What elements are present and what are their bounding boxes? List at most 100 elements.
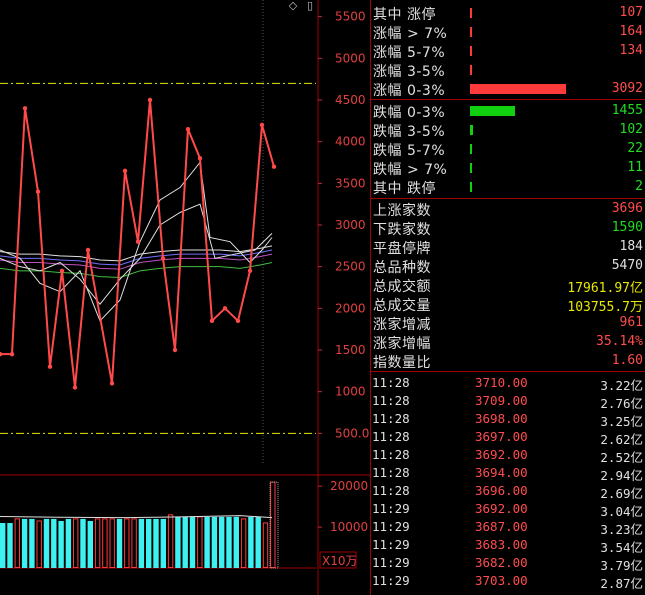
tick-row: 11:29 3687.00 3.23亿	[370, 518, 645, 537]
tick-time: 11:28	[372, 411, 410, 426]
breadth-row: 跌幅 0-3% 1455	[370, 102, 645, 121]
summary-label: 总成交额	[373, 279, 431, 295]
breadth-label: 跌幅 5-7%	[373, 143, 446, 159]
volume-bar	[14, 518, 21, 569]
market-stats-panel: 其中 涨停 107 涨幅 > 7% 164 涨幅 5-7% 134 涨幅 3-5% 涨幅 0-…	[370, 0, 645, 595]
volume-last-bar	[269, 481, 279, 569]
series-point	[109, 381, 115, 386]
series-point	[147, 97, 153, 103]
tick-time: 11:28	[372, 483, 410, 498]
tick-time: 11:29	[372, 537, 410, 552]
tick-price: 3709.00	[475, 393, 528, 408]
series-point	[72, 385, 78, 390]
series-point	[235, 318, 241, 324]
y-tick-label: 3000	[335, 218, 366, 232]
volume-bar	[43, 518, 50, 568]
y-tick-label: 4500	[335, 93, 366, 107]
summary-row: 总品种数 5470	[370, 257, 645, 276]
breadth-label: 其中 跌停	[373, 181, 436, 197]
breadth-bar	[470, 144, 472, 154]
summary-label: 涨家增减	[373, 317, 431, 333]
summary-label: 下跌家数	[373, 222, 431, 238]
summary-value: 961	[619, 315, 643, 330]
series-point	[185, 126, 191, 132]
summary-row: 总成交量 103755.7万	[370, 295, 645, 315]
breadth-bar	[470, 46, 472, 56]
breadth-label: 涨幅 5-7%	[373, 45, 446, 61]
tick-row: 11:28 3709.00 2.76亿	[370, 392, 645, 411]
summary-row: 上涨家数 3696	[370, 200, 645, 219]
summary-value: 1.60	[611, 353, 643, 368]
series-point	[222, 306, 228, 311]
volume-bar	[124, 518, 130, 569]
tick-row: 11:28 3710.00 3.22亿	[370, 374, 645, 393]
series-point	[47, 364, 53, 369]
summary-value: 1590	[611, 220, 643, 235]
volume-bar	[248, 516, 254, 568]
breadth-value: 164	[619, 24, 643, 39]
breadth-bar	[470, 125, 474, 135]
tick-price: 3687.00	[475, 519, 528, 534]
breadth-value: 11	[627, 160, 643, 175]
volume-bar	[189, 516, 196, 568]
tick-price: 3697.00	[475, 429, 528, 444]
volume-bar	[7, 523, 13, 568]
volume-bar	[211, 516, 218, 568]
volume-bar	[21, 518, 28, 568]
series-point	[85, 247, 91, 253]
volume-bar	[270, 481, 276, 568]
breadth-row: 跌幅 5-7% 22	[370, 140, 645, 159]
series-point	[122, 168, 128, 174]
series-point	[259, 122, 265, 128]
breadth-row: 其中 涨停 107	[370, 4, 645, 23]
tick-row: 11:29 3692.00 3.04亿	[370, 500, 645, 519]
summary-value: 184	[619, 239, 643, 254]
tick-price: 3703.00	[475, 573, 528, 588]
tick-price: 3682.00	[475, 555, 528, 570]
summary-label: 指数量比	[373, 355, 431, 371]
volume-bar	[36, 520, 42, 568]
breadth-label: 跌幅 3-5%	[373, 124, 446, 140]
y-tick-label: 1500	[335, 343, 366, 357]
series-point	[209, 318, 215, 324]
summary-row: 涨家增幅 35.14%	[370, 333, 645, 352]
summary-value: 5470	[611, 258, 643, 273]
volume-bar	[94, 518, 101, 569]
volume-bar	[116, 518, 123, 568]
breadth-bar	[470, 163, 472, 173]
panel-toggle-icon[interactable]: ▯	[304, 0, 316, 12]
summary-value: 3696	[611, 201, 643, 216]
tick-time: 11:28	[372, 393, 410, 408]
tick-price: 3694.00	[475, 465, 528, 480]
diamond-icon[interactable]: ◇	[287, 0, 299, 12]
tick-row: 11:28 3696.00 2.69亿	[370, 482, 645, 501]
volume-tick-label: 20000	[330, 479, 368, 493]
volume-bar	[102, 518, 108, 569]
breadth-bar	[470, 8, 472, 18]
tick-row: 11:28 3698.00 3.25亿	[370, 410, 645, 429]
breadth-value: 3092	[611, 81, 643, 96]
tick-row: 11:28 3694.00 2.94亿	[370, 464, 645, 483]
volume-bar	[73, 518, 79, 569]
summary-row: 总成交额 17961.97亿	[370, 276, 645, 296]
breadth-row: 跌幅 3-5% 102	[370, 121, 645, 140]
series-point	[247, 268, 253, 274]
tick-amount: 2.87亿	[600, 576, 643, 591]
volume-bar	[182, 516, 188, 568]
ma-line-purple	[0, 253, 273, 270]
breadth-label: 涨幅 3-5%	[373, 64, 446, 80]
volume-bar	[240, 518, 247, 569]
breadth-bar	[470, 84, 566, 94]
breadth-row: 涨幅 0-3% 3092	[370, 80, 645, 99]
tick-row: 11:29 3703.00 2.87亿	[370, 572, 645, 591]
y-tick-label: 1000	[335, 385, 366, 399]
price-chart[interactable]: 5500 5000 4500 4000 3500 3000 2500 2000 1500 1000…	[0, 0, 370, 595]
series-point	[35, 189, 41, 194]
volume-bar	[160, 518, 166, 568]
volume-bar	[204, 516, 210, 568]
breadth-value: 2	[635, 179, 643, 194]
tick-price: 3696.00	[475, 483, 528, 498]
summary-row: 涨家增减 961	[370, 314, 645, 333]
series-point	[22, 106, 28, 111]
tick-time: 11:28	[372, 447, 410, 462]
